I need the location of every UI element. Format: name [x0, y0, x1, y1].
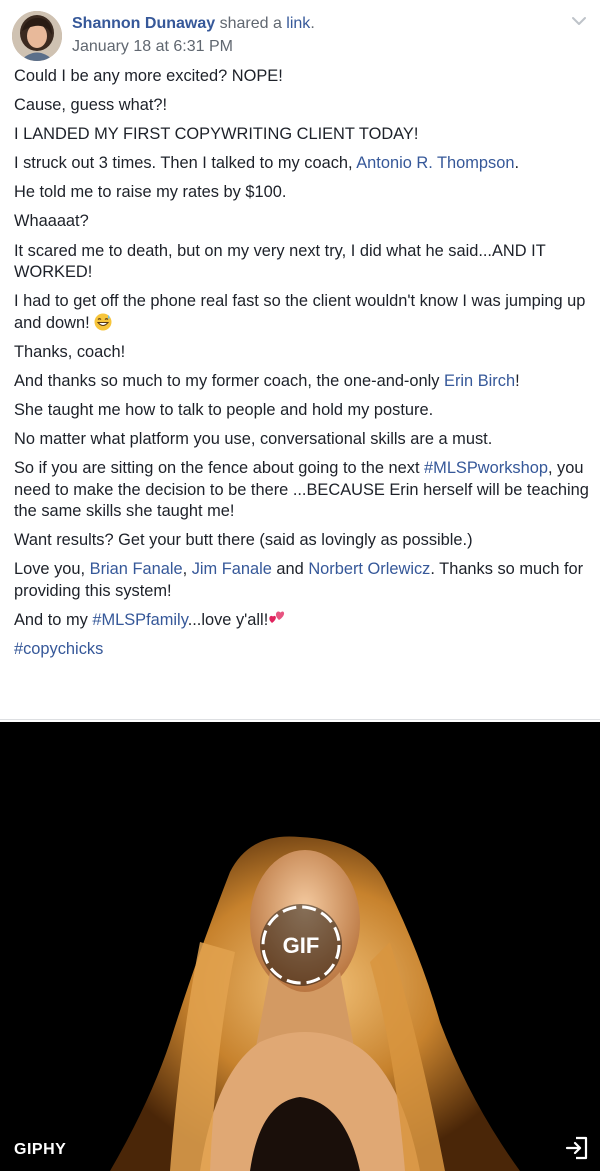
paragraph-text: He told me to raise my rates by $100.: [14, 183, 287, 202]
paragraph-text: Want results? Get your butt there (said …: [14, 531, 473, 550]
hashtag-copychicks[interactable]: #copychicks: [14, 640, 103, 658]
post-paragraph: Love you, Brian Fanale, Jim Fanale and N…: [14, 559, 589, 602]
post-timestamp[interactable]: January 18 at 6:31 PM: [72, 37, 233, 57]
post-body: Could I be any more excited? NOPE! Cause…: [14, 66, 589, 668]
post-paragraph: I LANDED MY FIRST COPYWRITING CLIENT TOD…: [14, 124, 589, 146]
post-paragraph: So if you are sitting on the fence about…: [14, 458, 589, 523]
post-paragraph: Could I be any more excited? NOPE!: [14, 66, 589, 88]
paragraph-text: ,: [182, 560, 192, 579]
post-paragraph: #copychicks: [14, 639, 589, 661]
mention-jim-fanale[interactable]: Jim Fanale: [192, 560, 272, 578]
paragraph-text: I struck out 3 times. Then I talked to m…: [14, 154, 357, 173]
post-paragraph: I struck out 3 times. Then I talked to m…: [14, 153, 589, 175]
mention-brian-fanale[interactable]: Brian Fanale: [90, 560, 183, 578]
hashtag-mlspfamily[interactable]: #MLSPfamily: [92, 611, 187, 629]
paragraph-text: I LANDED MY FIRST COPYWRITING CLIENT TOD…: [14, 125, 419, 144]
post-paragraph: No matter what platform you use, convers…: [14, 429, 589, 451]
giphy-source-label[interactable]: GIPHY: [14, 1141, 66, 1159]
paragraph-text: and: [271, 560, 309, 579]
post-paragraph: He told me to raise my rates by $100.: [14, 182, 589, 204]
post-paragraph: Whaaaat?: [14, 211, 589, 233]
paragraph-text: No matter what platform you use, convers…: [14, 430, 493, 449]
mention-antonio-thompson[interactable]: Antonio R. Thompson: [356, 154, 514, 172]
paragraph-text: Thanks, coach!: [14, 342, 126, 361]
two-hearts-emoji: [269, 611, 285, 623]
post-paragraph: I had to get off the phone real fast so …: [14, 291, 589, 334]
grinning-sweat-emoji: [94, 313, 112, 331]
gif-badge-label: GIF: [283, 933, 320, 958]
gif-attachment[interactable]: GIF GIPHY: [0, 722, 600, 1171]
paragraph-text: It scared me to death, but on my very ne…: [14, 241, 546, 282]
hashtag-mlspworkshop[interactable]: #MLSPworkshop: [424, 459, 548, 477]
gif-play-badge[interactable]: GIF: [258, 902, 344, 988]
avatar-photo: [12, 11, 62, 61]
paragraph-text: Cause, guess what?!: [14, 96, 168, 115]
paragraph-text: Could I be any more excited? NOPE!: [14, 67, 283, 85]
post-paragraph: Cause, guess what?!: [14, 95, 589, 117]
author-action: shared a: [219, 15, 282, 32]
author-line: Shannon Dunaway shared a link.: [72, 14, 315, 34]
paragraph-text: ...love y'all!: [187, 610, 269, 629]
post-paragraph: Want results? Get your butt there (said …: [14, 530, 589, 552]
author-name[interactable]: Shannon Dunaway: [72, 15, 215, 32]
paragraph-text: So if you are sitting on the fence about…: [14, 459, 425, 478]
paragraph-text: And thanks so much to my former coach, t…: [14, 371, 445, 390]
post-paragraph: It scared me to death, but on my very ne…: [14, 241, 589, 284]
chevron-down-icon[interactable]: [568, 10, 590, 32]
mention-erin-birch[interactable]: Erin Birch: [444, 372, 515, 390]
post-paragraph: She taught me how to talk to people and …: [14, 400, 589, 422]
divider: [0, 719, 600, 720]
paragraph-text: Whaaaat?: [14, 212, 89, 231]
post-paragraph: And thanks so much to my former coach, t…: [14, 371, 589, 393]
author-avatar[interactable]: [12, 11, 62, 61]
paragraph-text: Love you,: [14, 560, 90, 579]
mention-norbert-orlewicz[interactable]: Norbert Orlewicz: [308, 560, 430, 578]
post-paragraph: Thanks, coach!: [14, 342, 589, 364]
shared-link[interactable]: link: [286, 15, 310, 32]
author-action-period: .: [310, 15, 315, 32]
paragraph-text: And to my: [14, 610, 93, 629]
post-header: Shannon Dunaway shared a link. January 1…: [0, 0, 600, 66]
paragraph-text: She taught me how to talk to people and …: [14, 400, 434, 419]
paragraph-text: !: [515, 371, 520, 390]
paragraph-text: .: [514, 154, 520, 173]
post-paragraph: And to my #MLSPfamily...love y'all!: [14, 610, 589, 632]
open-external-icon[interactable]: [564, 1135, 590, 1161]
